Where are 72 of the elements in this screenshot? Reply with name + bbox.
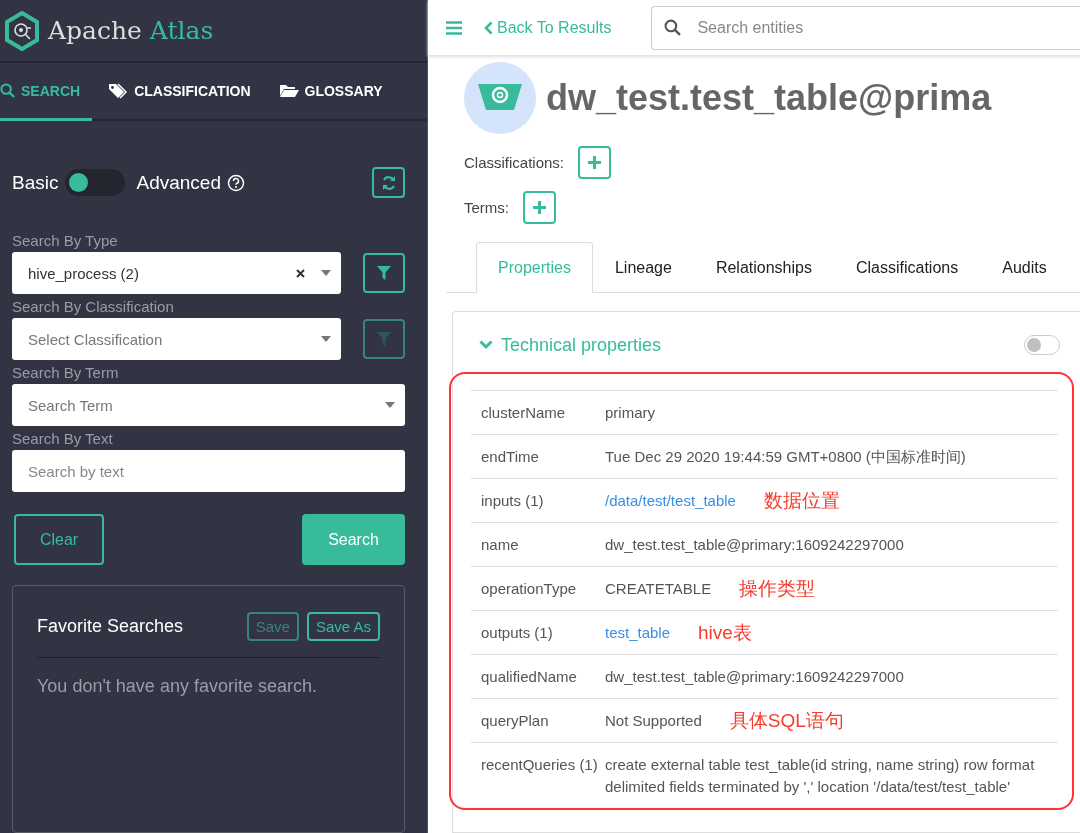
caret-icon xyxy=(385,402,395,408)
clear-button[interactable]: Clear xyxy=(14,514,104,565)
filter-label: Search By Term xyxy=(12,364,120,381)
property-key: outputs (1) xyxy=(481,622,605,644)
property-key: inputs (1) xyxy=(481,490,605,512)
favorites-title: Favorite Searches xyxy=(37,616,185,637)
property-value: dw_test.test_table@primary:1609242297000 xyxy=(605,667,904,687)
nav-tab[interactable]: SEARCH xyxy=(0,63,93,121)
chevron-down-icon[interactable] xyxy=(479,340,493,350)
detail-tab[interactable]: Relationships xyxy=(693,242,834,293)
filter-icon xyxy=(377,332,391,346)
detail-tab[interactable]: Lineage xyxy=(592,242,694,293)
app-logo-text: Apache Atlas xyxy=(48,16,214,46)
caret-icon xyxy=(321,270,331,276)
property-key: endTime xyxy=(481,446,605,468)
terms-label: Terms: xyxy=(464,199,509,216)
advanced-label: Advanced xyxy=(136,171,221,194)
filter-label: Search By Classification xyxy=(12,298,175,315)
filter-icon xyxy=(377,266,391,280)
save-as-button[interactable]: Save As xyxy=(306,612,380,641)
nav-tab[interactable]: GLOSSARY xyxy=(278,63,395,121)
add-term-button[interactable] xyxy=(523,191,556,224)
tag-icon xyxy=(108,82,129,99)
folder-icon xyxy=(278,83,299,99)
property-key: qualifiedName xyxy=(481,666,605,688)
property-value: Tue Dec 29 2020 19:44:59 GMT+0800 (中国标准时间) xyxy=(605,447,966,467)
basic-label: Basic xyxy=(12,171,59,194)
show-empty-switch[interactable] xyxy=(1024,335,1060,355)
detail-tab[interactable]: Classifications xyxy=(833,242,981,293)
refresh-icon xyxy=(380,174,397,191)
detail-tab[interactable]: Audits xyxy=(980,242,1069,293)
property-key: operationType xyxy=(481,578,605,600)
annotation-note: 操作类型 xyxy=(739,578,816,600)
mode-switch[interactable] xyxy=(65,169,126,196)
clear-icon[interactable] xyxy=(296,268,305,278)
select-field[interactable]: hive_process (2) xyxy=(12,252,341,294)
plus-icon xyxy=(588,156,602,169)
refresh-button[interactable] xyxy=(372,167,405,198)
property-value: CREATETABLE xyxy=(605,579,712,599)
text-search-field[interactable]: Search by text xyxy=(12,450,405,492)
annotation-note: hive表 xyxy=(698,622,752,644)
property-key: name xyxy=(481,534,605,556)
annotation-note: 数据位置 xyxy=(763,490,840,512)
add-classification-button[interactable] xyxy=(578,146,612,179)
filter-label: Search By Text xyxy=(12,430,114,447)
select-field[interactable]: Select Classification xyxy=(12,318,341,360)
property-key: clusterName xyxy=(481,402,605,424)
entity-title: dw_test.test_table@prima xyxy=(546,77,992,119)
search-icon xyxy=(664,19,682,36)
annotation-note: 具体SQL语句 xyxy=(729,710,844,732)
classifications-label: Classifications: xyxy=(464,154,565,171)
property-value: dw_test.test_table@primary:1609242297000 xyxy=(605,535,904,555)
help-icon[interactable] xyxy=(227,173,245,192)
property-key: queryPlan xyxy=(481,710,605,732)
property-value: primary xyxy=(605,403,655,423)
search-icon xyxy=(0,83,15,99)
property-value: Not Supported xyxy=(605,711,702,731)
select-field[interactable]: Search Term xyxy=(12,384,405,426)
property-link[interactable]: /data/test/test_table xyxy=(605,490,736,512)
filter-button[interactable] xyxy=(363,253,405,293)
filter-label: Search By Type xyxy=(12,232,119,249)
empty-message: You don't have any favorite search. xyxy=(37,676,318,697)
property-value: create external table test_table(id string, name string) row format delimited fields terminated by ',' location '/data/test/test_table' xyxy=(605,755,1036,797)
property-link[interactable]: test_table xyxy=(605,622,671,644)
plus-icon xyxy=(533,201,546,214)
menu-icon[interactable] xyxy=(446,20,462,35)
entity-search-field[interactable]: Search entities xyxy=(651,5,1080,50)
property-key: recentQueries (1) xyxy=(481,754,605,798)
logo-icon xyxy=(4,10,40,51)
nav-tab[interactable]: CLASSIFICATION xyxy=(108,63,263,121)
chevron-left-icon xyxy=(484,20,493,35)
caret-icon xyxy=(321,336,331,342)
